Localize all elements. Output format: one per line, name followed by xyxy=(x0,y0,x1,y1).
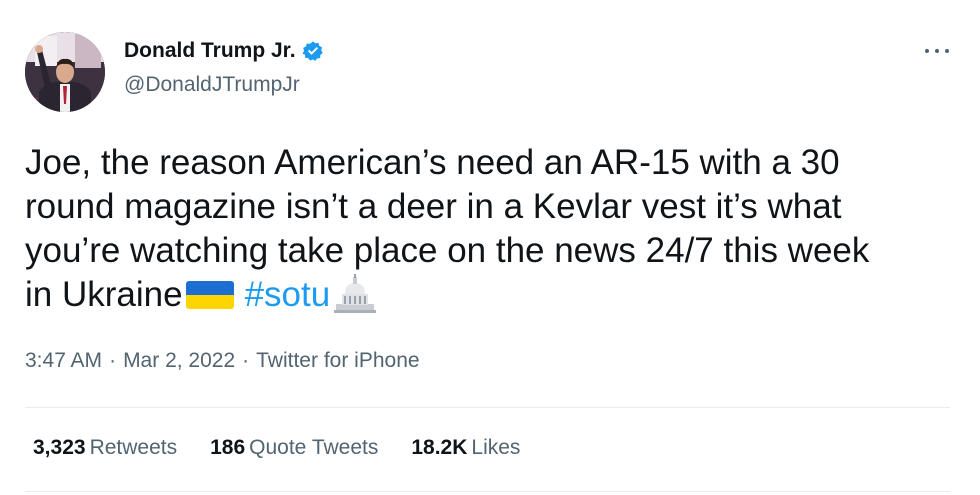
author-name-row[interactable]: Donald Trump Jr. xyxy=(124,39,324,63)
verified-badge-icon xyxy=(302,40,324,62)
engagement-stats: 3,323 Retweets 186 Quote Tweets 18.2K Likes xyxy=(33,436,553,460)
tweet-text-last-line: in Ukraine #sotu xyxy=(25,273,965,317)
likes-stat[interactable]: 18.2K Likes xyxy=(411,436,520,460)
author-display-name[interactable]: Donald Trump Jr. xyxy=(124,39,296,63)
quote-tweets-stat[interactable]: 186 Quote Tweets xyxy=(210,436,378,460)
retweets-label: Retweets xyxy=(89,436,178,459)
quote-tweets-label: Quote Tweets xyxy=(249,436,379,459)
tweet-text-line: you’re watching take place on the news 2… xyxy=(25,231,870,270)
tweet-text-line: Joe, the reason American’s need an AR-15… xyxy=(25,143,840,182)
retweets-stat[interactable]: 3,323 Retweets xyxy=(33,436,177,460)
ukraine-flag-emoji-icon xyxy=(185,279,235,311)
retweets-count: 3,323 xyxy=(33,436,86,459)
quote-tweets-count: 186 xyxy=(210,436,246,459)
likes-label: Likes xyxy=(471,436,521,459)
meta-separator: · xyxy=(242,349,250,372)
divider xyxy=(25,491,950,492)
tweet-text: Joe, the reason American’s need an AR-15… xyxy=(25,141,965,317)
tweet-text-line: round magazine isn’t a deer in a Kevlar … xyxy=(25,187,842,226)
tweet-date[interactable]: Mar 2, 2022 xyxy=(123,349,235,373)
meta-separator: · xyxy=(109,349,117,372)
author-handle[interactable]: @DonaldJTrumpJr xyxy=(124,73,300,97)
profile-photo-icon xyxy=(25,32,105,112)
likes-count: 18.2K xyxy=(411,436,468,459)
divider xyxy=(25,407,950,408)
tweet-time[interactable]: 3:47 AM xyxy=(25,349,102,373)
tweet-source-link[interactable]: Twitter for iPhone xyxy=(256,349,419,373)
tweet-metadata: 3:47 AM · Mar 2, 2022 · Twitter for iPho… xyxy=(25,349,420,373)
hashtag-link[interactable]: #sotu xyxy=(245,275,331,314)
tweet-text-line: in Ukraine xyxy=(25,275,183,314)
author-avatar[interactable] xyxy=(25,32,105,112)
more-options-icon[interactable] xyxy=(922,40,952,62)
us-capitol-emoji-icon xyxy=(332,274,378,314)
